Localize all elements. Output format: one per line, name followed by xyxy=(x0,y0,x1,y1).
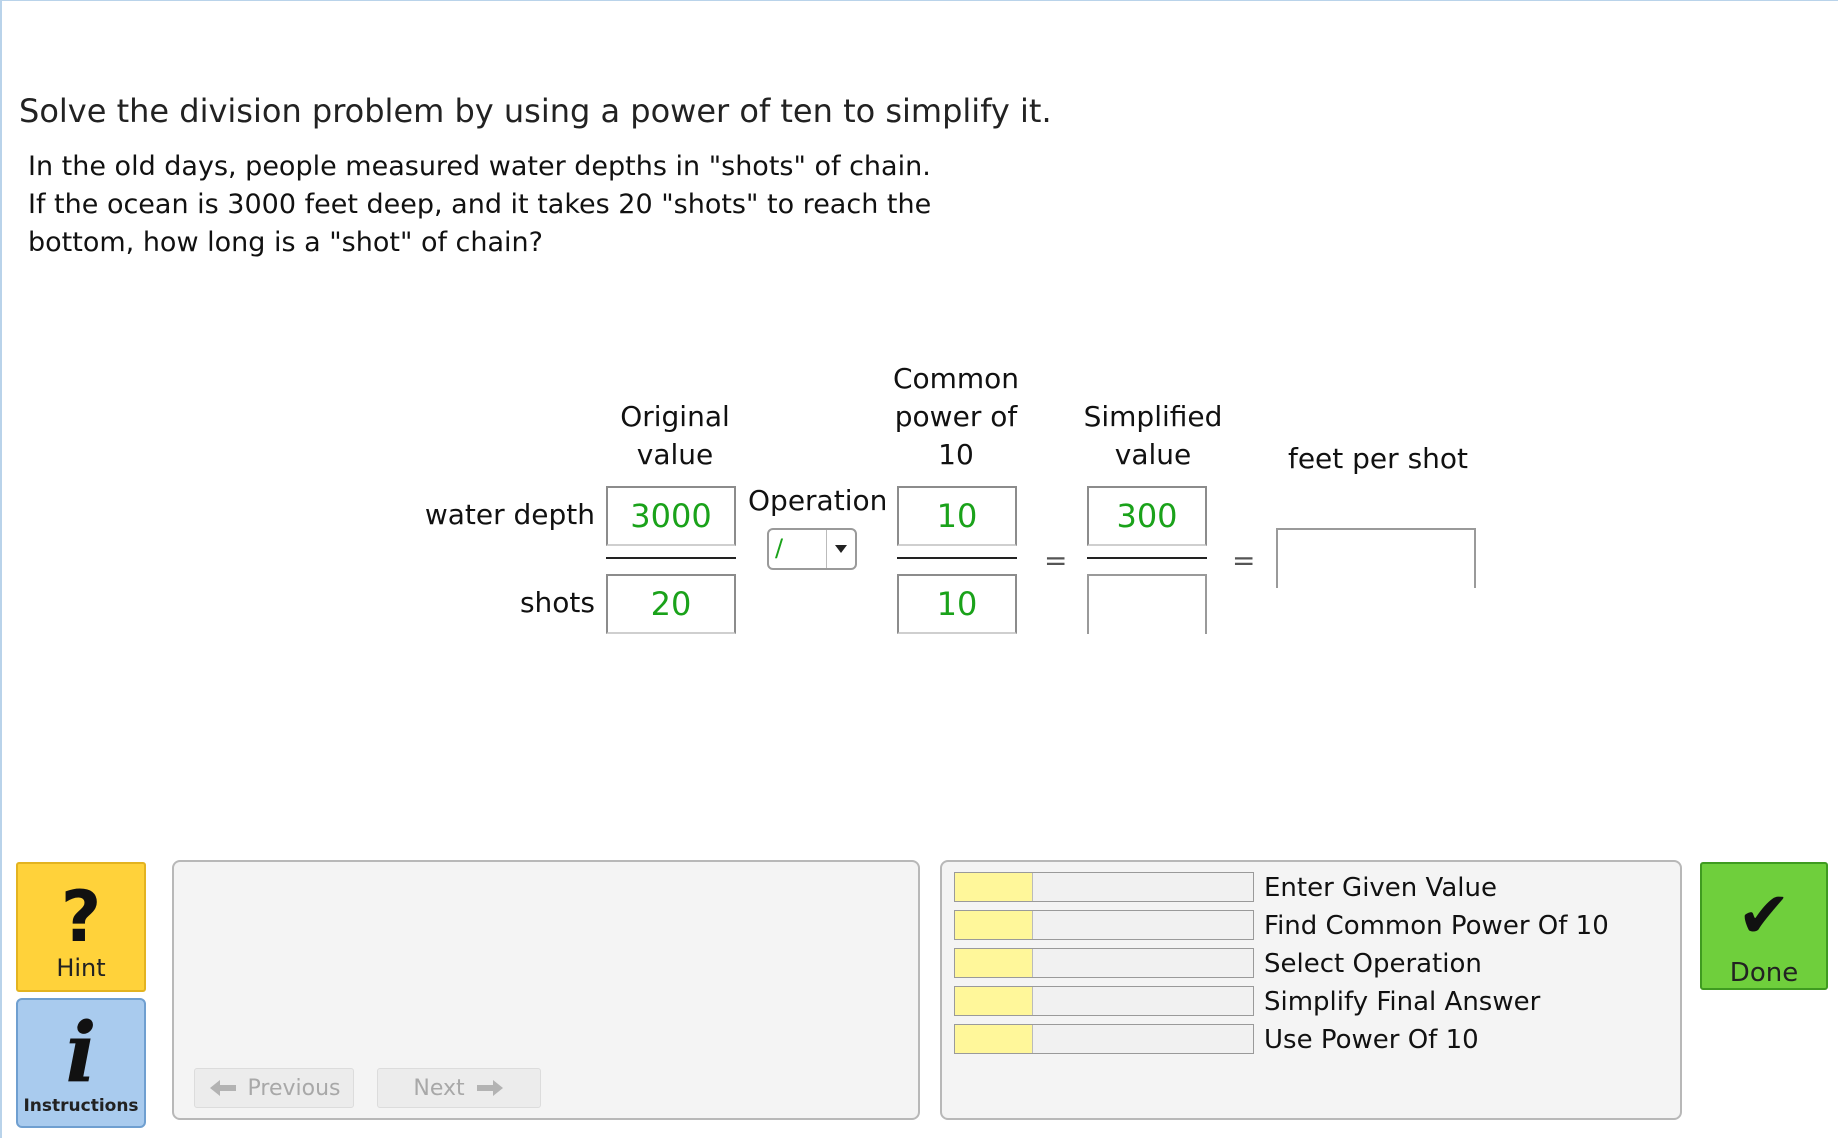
skill-label: Select Operation xyxy=(1264,949,1482,979)
skill-panel: Enter Given Value Find Common Power Of 10… xyxy=(940,860,1682,1120)
skill-progress-fill xyxy=(955,949,1034,977)
skill-progress-bar xyxy=(954,910,1254,940)
skill-progress-bar xyxy=(954,986,1254,1016)
operation-select[interactable]: / xyxy=(767,528,857,570)
question-mark-icon: ? xyxy=(60,876,102,958)
simplified-numerator-input[interactable]: 300 xyxy=(1087,486,1207,546)
skill-progress-fill xyxy=(955,911,1034,939)
skill-progress-fill xyxy=(955,987,1034,1015)
header-simplified-value: Simplified value xyxy=(1083,400,1223,471)
info-icon: i xyxy=(65,1005,97,1101)
fraction-bar xyxy=(1087,557,1207,559)
original-numerator-input[interactable]: 3000 xyxy=(606,486,736,546)
skill-progress-bar xyxy=(954,1024,1254,1054)
problem-title: Solve the division problem by using a po… xyxy=(19,92,1052,130)
skill-progress-fill xyxy=(955,1025,1034,1053)
dropdown-arrow-icon[interactable] xyxy=(826,530,855,568)
problem-line: bottom, how long is a "shot" of chain? xyxy=(28,227,544,258)
next-label: Next xyxy=(413,1075,465,1101)
checkmark-icon: ✔ xyxy=(1737,879,1791,953)
skill-row: Use Power Of 10 xyxy=(954,1024,1674,1055)
original-denominator-input[interactable]: 20 xyxy=(606,574,736,634)
equals-sign: = xyxy=(1232,544,1256,577)
skill-row: Select Operation xyxy=(954,948,1674,979)
done-label: Done xyxy=(1729,958,1799,988)
problem-statement: In the old days, people measured water d… xyxy=(28,148,931,262)
header-feet-per-shot: feet per shot xyxy=(1287,442,1469,475)
fraction-bar xyxy=(897,557,1017,559)
hint-button[interactable]: ? Hint xyxy=(16,862,146,992)
operation-selected-value: / xyxy=(775,534,784,562)
instructions-label: Instructions xyxy=(23,1096,139,1116)
arrow-right-icon xyxy=(476,1080,503,1096)
skill-progress-bar xyxy=(954,872,1254,902)
problem-line: If the ocean is 3000 feet deep, and it t… xyxy=(28,189,932,220)
row-label-shots: shots xyxy=(519,586,595,619)
skill-row: Simplify Final Answer xyxy=(954,986,1674,1017)
fraction-bar xyxy=(606,557,736,559)
header-original-value: Original value xyxy=(620,400,730,471)
previous-button[interactable]: Previous xyxy=(194,1068,354,1108)
problem-line: In the old days, people measured water d… xyxy=(28,151,931,182)
row-label-water-depth: water depth xyxy=(424,498,595,531)
equals-sign: = xyxy=(1044,544,1068,577)
done-button[interactable]: ✔ Done xyxy=(1700,862,1828,990)
instructions-button[interactable]: i Instructions xyxy=(16,998,146,1128)
header-common-power: Common power of 10 xyxy=(892,362,1020,471)
operation-label: Operation xyxy=(748,484,888,517)
skill-progress-bar xyxy=(954,948,1254,978)
hint-label: Hint xyxy=(56,954,106,982)
skill-label: Enter Given Value xyxy=(1264,873,1497,903)
arrow-left-icon xyxy=(209,1080,236,1096)
skill-label: Simplify Final Answer xyxy=(1264,987,1541,1017)
next-button[interactable]: Next xyxy=(377,1068,541,1108)
previous-label: Previous xyxy=(247,1075,341,1101)
common-denominator-input[interactable]: 10 xyxy=(897,574,1017,634)
simplified-denominator-input[interactable] xyxy=(1087,574,1207,634)
skill-row: Find Common Power Of 10 xyxy=(954,910,1674,941)
skill-progress-fill xyxy=(955,873,1034,901)
common-numerator-input[interactable]: 10 xyxy=(897,486,1017,546)
skill-row: Enter Given Value xyxy=(954,872,1674,903)
skill-label: Find Common Power Of 10 xyxy=(1264,911,1609,941)
answer-input[interactable] xyxy=(1276,528,1476,588)
skill-label: Use Power Of 10 xyxy=(1264,1025,1479,1055)
